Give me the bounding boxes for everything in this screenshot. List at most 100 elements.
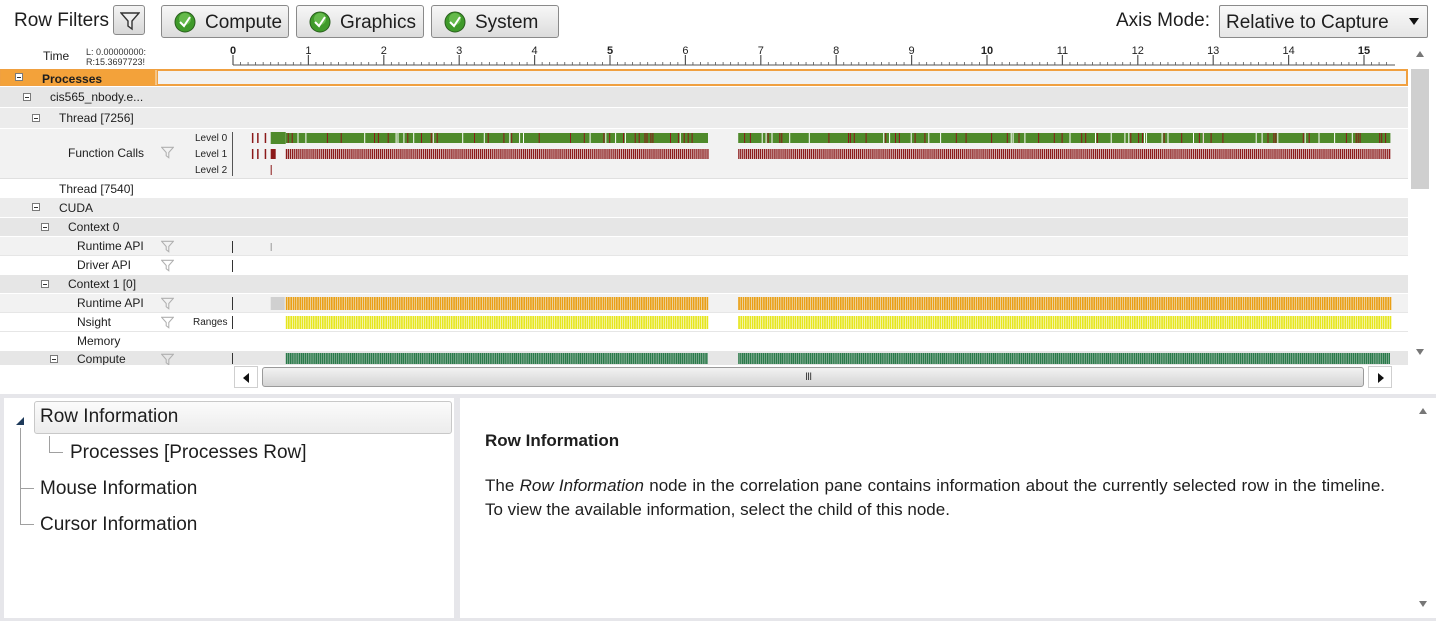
level-1-call <box>707 149 709 159</box>
runtime-api-call <box>288 297 290 310</box>
memory-row[interactable]: Memory <box>0 331 1408 350</box>
level-1-call <box>287 149 289 159</box>
scroll-down-arrow-icon[interactable] <box>1419 601 1427 607</box>
nsight-range <box>892 316 894 329</box>
nsight-range <box>1093 316 1095 329</box>
nsight-range <box>421 316 424 329</box>
function-calls-row[interactable]: Function Calls Level 0 Level 1 Level 2 <box>0 128 1408 178</box>
compute-kernel <box>696 353 699 364</box>
scroll-up-arrow-icon[interactable] <box>1416 51 1424 57</box>
ctx0-driver-api-row[interactable]: Driver API <box>0 255 1408 274</box>
compute-kernel <box>447 353 450 364</box>
nsight-range <box>1100 316 1102 329</box>
scroll-left-arrow-icon[interactable] <box>234 366 258 388</box>
compute-row[interactable]: Compute <box>0 350 1408 365</box>
nsight-range <box>595 316 598 329</box>
runtime-api-call <box>1308 297 1310 310</box>
level-1-call <box>628 149 631 159</box>
level-1-call <box>677 149 680 159</box>
time-ruler[interactable]: Time L: 0.00000000: R:15.3697723! 012345… <box>0 43 1408 69</box>
collapse-icon[interactable] <box>15 73 23 81</box>
ctx0-runtime-api-row[interactable]: Runtime API <box>0 236 1408 255</box>
level-0-gap <box>462 133 464 143</box>
graphics-filter-toggle[interactable]: Graphics <box>296 5 424 38</box>
compute-kernel <box>902 353 904 364</box>
runtime-api-call <box>344 297 347 310</box>
scrollbar-thumb[interactable]: III <box>262 367 1364 387</box>
compute-kernel <box>856 353 859 364</box>
compute-filter-toggle[interactable]: Compute <box>161 5 289 38</box>
collapse-icon[interactable] <box>41 280 49 288</box>
compute-kernel <box>664 353 667 364</box>
collapse-icon[interactable] <box>32 114 40 122</box>
tree-item-mouse-information[interactable]: Mouse Information <box>40 478 197 500</box>
collapse-icon[interactable] <box>50 355 58 363</box>
funnel-icon[interactable] <box>161 297 174 310</box>
scroll-down-arrow-icon[interactable] <box>1416 349 1424 355</box>
ctx1-runtime-api-row[interactable]: Runtime API <box>0 293 1408 312</box>
level-1-call <box>1300 149 1303 159</box>
ruler-tick-label: 15 <box>1358 45 1370 57</box>
cuda-row[interactable]: CUDA <box>0 198 1408 217</box>
runtime-api-call <box>1269 297 1272 310</box>
funnel-icon[interactable] <box>161 259 174 272</box>
compute-kernel <box>749 353 751 364</box>
collapse-icon[interactable] <box>23 93 31 101</box>
expanded-triangle-icon[interactable] <box>15 416 25 426</box>
runtime-api-call <box>1190 297 1193 310</box>
compute-kernel <box>1239 353 1242 364</box>
level-1-call <box>360 149 362 159</box>
context-1-row[interactable]: Context 1 [0] <box>0 274 1408 293</box>
tree-item-processes-row[interactable]: Processes [Processes Row] <box>70 442 307 464</box>
level-1-call <box>883 149 885 159</box>
nsight-row[interactable]: Nsight Ranges <box>0 312 1408 331</box>
axis-mode-select[interactable]: Relative to Capture <box>1219 5 1428 38</box>
level-1-call <box>822 149 824 159</box>
tree-item-cursor-information[interactable]: Cursor Information <box>40 514 197 536</box>
compute-kernel <box>291 353 293 364</box>
compute-kernel <box>655 353 657 364</box>
compute-kernel <box>1056 353 1059 364</box>
level-1-call <box>597 149 599 159</box>
scrollbar-thumb[interactable] <box>1411 69 1429 189</box>
timeline-horizontal-scrollbar[interactable]: III <box>234 366 1392 388</box>
compute-kernel <box>1266 353 1268 364</box>
thread-7256-row[interactable]: Thread [7256] <box>0 107 1408 128</box>
level-1-call <box>548 149 550 159</box>
nsight-range <box>1344 316 1347 329</box>
nsight-range <box>308 316 311 329</box>
runtime-api-call <box>516 297 519 310</box>
runtime-api-call <box>1267 297 1270 310</box>
level-1-call <box>889 149 891 159</box>
system-filter-toggle[interactable]: System <box>431 5 559 38</box>
row-filter-button[interactable] <box>113 5 145 35</box>
scroll-up-arrow-icon[interactable] <box>1419 408 1427 414</box>
runtime-api-call <box>337 297 340 310</box>
process-row[interactable]: cis565_nbody.e... <box>0 87 1408 107</box>
nsight-range <box>953 316 955 329</box>
compute-kernel <box>798 353 800 364</box>
collapse-icon[interactable] <box>41 223 49 231</box>
nsight-range <box>527 316 530 329</box>
collapse-icon[interactable] <box>32 203 40 211</box>
thread-7540-row[interactable]: Thread [7540] <box>0 178 1408 198</box>
nsight-range <box>582 316 584 329</box>
processes-row[interactable]: Processes <box>0 69 1408 86</box>
context-0-row[interactable]: Context 0 <box>0 217 1408 236</box>
funnel-icon[interactable] <box>161 316 174 329</box>
funnel-icon[interactable] <box>161 146 174 159</box>
compute-kernel <box>815 353 817 364</box>
scroll-right-arrow-icon[interactable] <box>1368 366 1392 388</box>
compute-kernel <box>821 353 823 364</box>
runtime-api-call <box>566 297 568 310</box>
funnel-icon[interactable] <box>161 353 174 365</box>
runtime-api-call <box>980 297 982 310</box>
compute-kernel <box>994 353 996 364</box>
funnel-icon[interactable] <box>161 240 174 253</box>
nsight-range <box>987 316 989 329</box>
compute-kernel <box>596 353 599 364</box>
level-1-call <box>1245 149 1248 159</box>
timeline-vertical-scrollbar[interactable] <box>1408 43 1436 365</box>
info-vertical-scrollbar[interactable] <box>1410 398 1436 618</box>
runtime-api-call <box>387 297 390 310</box>
